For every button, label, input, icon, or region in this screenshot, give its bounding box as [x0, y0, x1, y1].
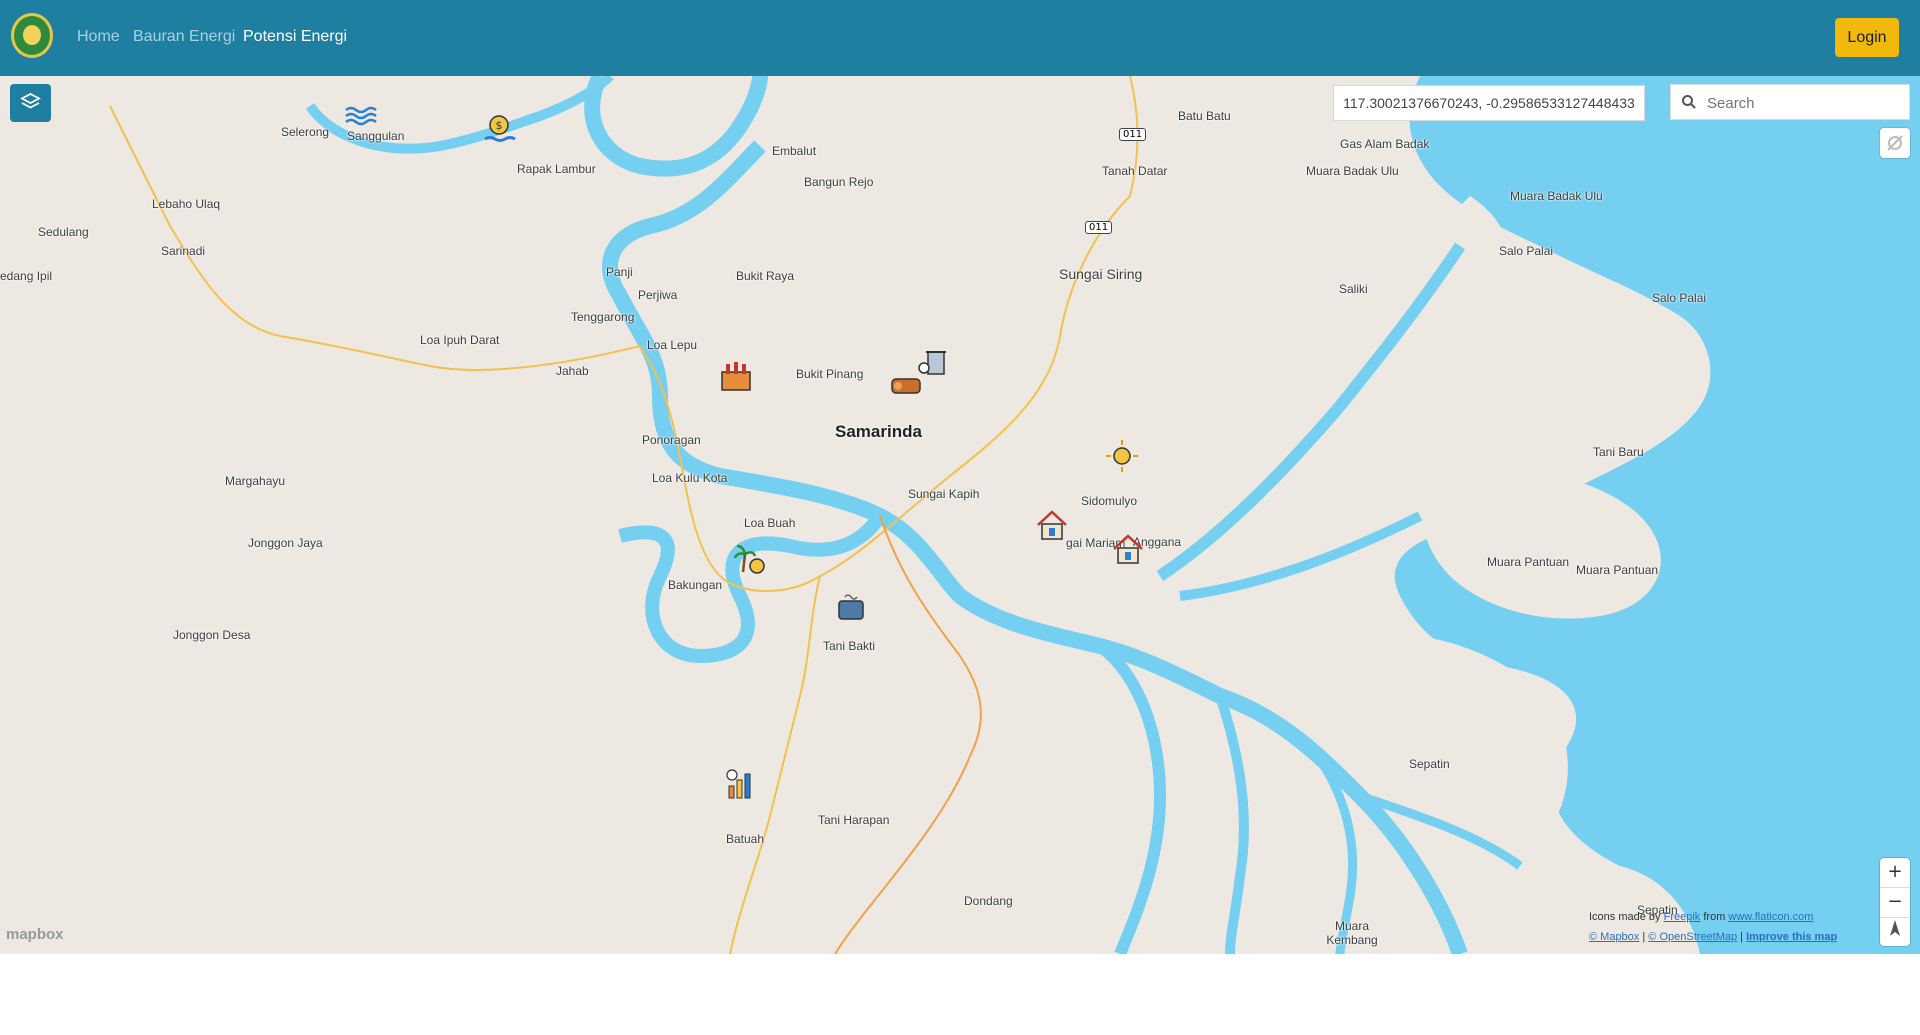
place-label: Muara Kembang: [1326, 919, 1378, 947]
place-label: Muara Badak Ulu: [1306, 164, 1399, 178]
zoom-controls: + −: [1880, 858, 1910, 946]
biogas-pot-icon[interactable]: [833, 589, 869, 625]
place-label: Saliki: [1339, 282, 1368, 296]
place-label: Loa Lepu: [647, 338, 698, 352]
flaticon-link[interactable]: www.flaticon.com: [1728, 911, 1813, 923]
osm-attribution-link[interactable]: © OpenStreetMap: [1648, 931, 1737, 943]
place-label: Jonggon Desa: [173, 628, 251, 642]
place-label: Batu Batu: [1178, 109, 1231, 123]
zoom-in-button[interactable]: +: [1880, 858, 1910, 888]
login-button[interactable]: Login: [1835, 18, 1899, 57]
palm-oil-icon[interactable]: [733, 542, 769, 578]
place-label: Bangun Rejo: [804, 175, 874, 189]
place-label: Sarinadi: [161, 244, 206, 258]
map-search-box[interactable]: [1670, 84, 1910, 120]
place-label: Sedulang: [38, 225, 89, 239]
government-logo[interactable]: [11, 13, 53, 58]
place-label: edang Ipil: [0, 269, 53, 283]
nav-potensi-energi[interactable]: Potensi Energi: [243, 28, 347, 46]
compass-icon: [1890, 920, 1900, 936]
place-label: Bakungan: [668, 578, 723, 592]
place-label: Muara Pantuan: [1487, 555, 1570, 569]
place-label: Sepatin: [1409, 757, 1450, 771]
coordinate-readout: 117.30021376670243, -0.29586533127448433: [1333, 85, 1645, 121]
place-label: Salo Palai: [1652, 291, 1707, 305]
place-label: Rapak Lambur: [517, 162, 596, 176]
place-label: Bukit Raya: [736, 269, 795, 283]
mapbox-attribution-link[interactable]: © Mapbox: [1589, 931, 1639, 943]
navbar: Home Bauran Energi Potensi Energi Login: [0, 0, 1920, 76]
place-label-city: Samarinda: [835, 422, 922, 441]
house-energy-icon[interactable]: [1110, 531, 1146, 567]
place-label: Tani Harapan: [818, 813, 890, 827]
freepik-link[interactable]: Freepik: [1664, 911, 1701, 923]
place-label: Salo Palai: [1499, 244, 1554, 258]
mapbox-logo[interactable]: mapbox: [6, 926, 64, 943]
place-label: Gas Alam Badak: [1340, 137, 1430, 151]
layers-icon: [20, 92, 41, 109]
place-label: Perjiwa: [638, 288, 678, 302]
search-input[interactable]: [1705, 91, 1899, 115]
compass-button[interactable]: [1880, 918, 1910, 947]
house-energy-icon[interactable]: [1034, 507, 1070, 543]
nav-bauran-energi[interactable]: Bauran Energi: [133, 28, 235, 46]
svg-text:$: $: [496, 119, 503, 132]
water-energy-icon[interactable]: [343, 98, 379, 134]
place-label: Dondang: [964, 894, 1013, 908]
energy-chart-icon[interactable]: [723, 766, 759, 802]
map-attribution: © Mapbox | © OpenStreetMap | Improve thi…: [1589, 931, 1838, 943]
place-label: Muara Pantuan: [1576, 563, 1659, 577]
zoom-out-button[interactable]: −: [1880, 888, 1910, 918]
place-label: Loa Ipuh Darat: [420, 333, 500, 347]
hydro-dam-icon[interactable]: $: [481, 111, 517, 147]
geolocate-icon: [1887, 135, 1903, 151]
place-label: Selerong: [281, 125, 330, 139]
place-label: Loa Buah: [744, 516, 796, 530]
place-label: Lebaho Ulaq: [152, 197, 221, 211]
place-label: Bukit Pinang: [796, 367, 864, 381]
place-label: Sidomulyo: [1081, 494, 1138, 508]
place-label: Panji: [606, 265, 633, 279]
search-icon: [1682, 95, 1696, 109]
place-label: Embalut: [772, 144, 817, 158]
icons-attribution: Icons made by Freepik from www.flaticon.…: [1589, 911, 1814, 923]
improve-map-link[interactable]: Improve this map: [1746, 931, 1837, 943]
road-shield: 011: [1085, 221, 1113, 234]
place-label: Tenggarong: [571, 310, 635, 324]
place-label: Loa Kulu Kota: [652, 471, 728, 485]
road-shield: 011: [1119, 128, 1147, 141]
geolocate-button[interactable]: [1880, 128, 1910, 158]
map-canvas[interactable]: 117.30021376670243, -0.29586533127448433…: [0, 76, 1920, 954]
nav-home[interactable]: Home: [77, 28, 120, 46]
place-label: Muara Badak Ulu: [1510, 189, 1603, 203]
place-label: Ponoragan: [642, 433, 701, 447]
log-biomass-icon[interactable]: [888, 365, 924, 401]
factory-icon[interactable]: [718, 358, 754, 394]
place-label: Tanah Datar: [1102, 164, 1168, 178]
place-label: Tani Baru: [1593, 445, 1644, 459]
place-label: Sungai Siring: [1059, 266, 1143, 282]
layers-toggle-button[interactable]: [10, 84, 51, 122]
place-label: Jonggon Jaya: [248, 536, 323, 550]
place-label: Batuah: [726, 832, 765, 846]
place-label: Tani Bakti: [823, 639, 876, 653]
place-label: Sungai Kapih: [908, 487, 980, 501]
place-label: Margahayu: [225, 474, 286, 488]
solar-icon[interactable]: [1104, 438, 1140, 474]
place-label: Jahab: [556, 364, 589, 378]
map-base-layer: [109, 76, 1920, 954]
